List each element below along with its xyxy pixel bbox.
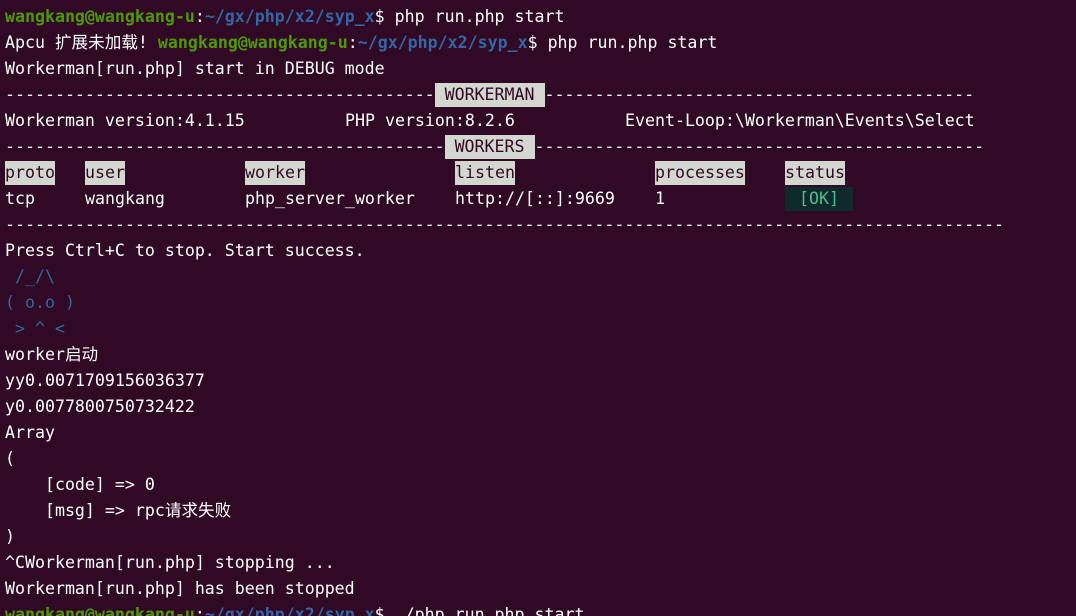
table-header-row: proto user worker listen processes status xyxy=(5,160,1076,186)
debug-mode-line: Workerman[run.php] start in DEBUG mode xyxy=(5,59,385,78)
full-separator: ----------------------------------------… xyxy=(5,215,1005,234)
array-close-paren: ) xyxy=(5,527,15,546)
cell-listen: http://[::]:9669 xyxy=(455,189,615,208)
stopped-line: Workerman[run.php] has been stopped xyxy=(5,579,355,598)
prompt-line-1: wangkang@wangkang-u:~/gx/php/x2/syp_x$ p… xyxy=(5,4,1076,30)
prompt-colon: : xyxy=(347,33,358,52)
prompt-colon: : xyxy=(194,605,205,616)
terminal-window[interactable]: wangkang@wangkang-u:~/gx/php/x2/syp_x$ p… xyxy=(0,0,1076,616)
ascii-cat-face: ( o.o ) xyxy=(5,293,75,312)
array-open-paren: ( xyxy=(5,449,15,468)
ascii-cat-mouth: > ^ < xyxy=(5,319,65,338)
workerman-label: WORKERMAN xyxy=(434,83,545,107)
stopping-line: ^CWorkerman[run.php] stopping ... xyxy=(5,553,335,572)
prompt-dollar: $ xyxy=(374,605,395,616)
timing-yy-line: yy0.0071709156036377 xyxy=(5,371,205,390)
dash-left: ----------------------------------------… xyxy=(5,137,445,156)
prompt-dollar: $ xyxy=(527,33,548,52)
prompt-dollar: $ xyxy=(374,7,395,26)
workerman-version: Workerman version:4.1.15 xyxy=(5,111,245,130)
cell-processes: 1 xyxy=(655,189,665,208)
event-loop: Event-Loop:\Workerman\Events\Select xyxy=(625,111,975,130)
array-line: Array xyxy=(5,423,55,442)
prompt-path: ~/gx/php/x2/syp_x xyxy=(204,7,375,26)
prompt-line-2: Apcu 扩展未加载! wangkang@wangkang-u:~/gx/php… xyxy=(5,30,1076,56)
workers-label: WORKERS xyxy=(444,135,535,159)
prompt-user-host: wangkang@wangkang-u xyxy=(157,33,348,52)
cell-proto: tcp xyxy=(5,189,35,208)
prompt-path: ~/gx/php/x2/syp_x xyxy=(204,605,375,616)
workers-separator: ----------------------------------------… xyxy=(5,134,1076,160)
dash-right: ----------------------------------------… xyxy=(544,85,975,104)
start-success-line: Press Ctrl+C to stop. Start success. xyxy=(5,241,365,260)
command-text: php run.php start xyxy=(394,7,565,26)
dash-left: ----------------------------------------… xyxy=(5,85,435,104)
command-text: php run.php start xyxy=(547,33,718,52)
prompt-colon: : xyxy=(194,7,205,26)
table-row: tcp wangkang php_server_worker http://[::]:… xyxy=(5,186,1076,212)
cell-worker: php_server_worker xyxy=(245,189,415,208)
prompt-line-3[interactable]: wangkang@wangkang-u:~/gx/php/x2/syp_x$ .… xyxy=(5,602,1076,616)
header-listen: listen xyxy=(455,161,515,185)
status-ok-badge: [OK] xyxy=(785,187,853,211)
ascii-cat-ears: /_/\ xyxy=(5,267,55,286)
php-version: PHP version:8.2.6 xyxy=(345,111,515,130)
cell-user: wangkang xyxy=(85,189,165,208)
version-info-line: Workerman version:4.1.15 PHP version:8.2.… xyxy=(5,108,1076,134)
prompt-user-host: wangkang@wangkang-u xyxy=(5,605,195,616)
timing-y-line: y0.0077800750732422 xyxy=(5,397,195,416)
array-code-line: [code] => 0 xyxy=(5,475,155,494)
prompt-path: ~/gx/php/x2/syp_x xyxy=(357,33,528,52)
header-processes: processes xyxy=(655,161,745,185)
apcu-warning: Apcu 扩展未加载! xyxy=(5,33,158,52)
workerman-separator: ----------------------------------------… xyxy=(5,82,1076,108)
dash-right: ----------------------------------------… xyxy=(534,137,985,156)
header-status: status xyxy=(785,161,845,185)
header-user: user xyxy=(85,161,125,185)
prompt-user-host: wangkang@wangkang-u xyxy=(5,7,195,26)
header-proto: proto xyxy=(5,161,55,185)
worker-start-line: worker启动 xyxy=(5,345,99,364)
array-msg-line: [msg] => rpc请求失败 xyxy=(5,501,232,520)
header-worker: worker xyxy=(245,161,305,185)
command-text: ./php run.php start xyxy=(394,605,585,616)
